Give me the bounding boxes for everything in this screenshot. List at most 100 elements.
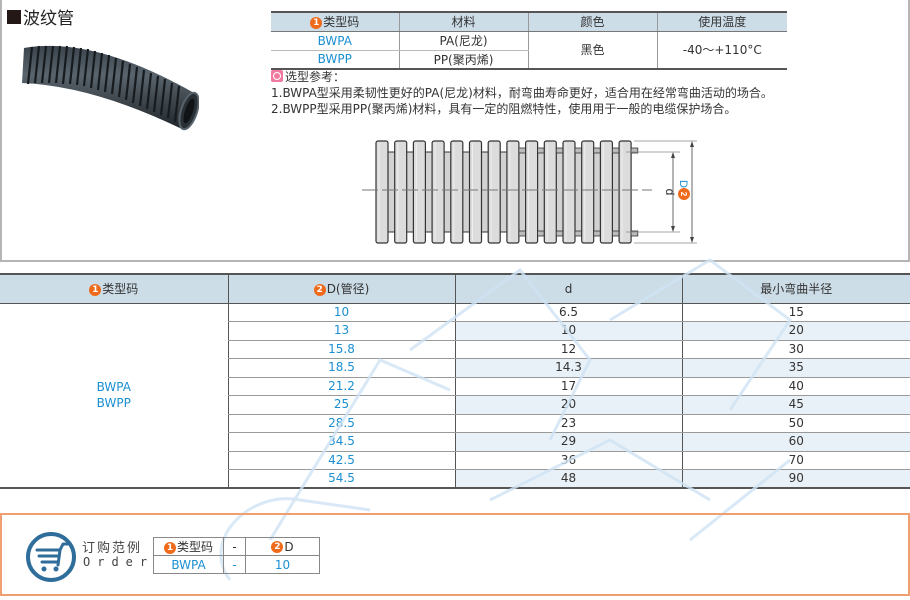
inner-diameter-cell: 14.3 — [454, 358, 682, 378]
order-header-diameter: 2D — [245, 537, 320, 556]
tube-cross-section-diagram: d 2 D — [362, 140, 697, 244]
badge-1-icon: 1 — [310, 16, 323, 29]
reference-icon — [271, 70, 283, 82]
order-example-table: 1 类型码 - 2D BWPA - 10 — [153, 537, 320, 574]
outer-diameter-cell[interactable]: 15.8 — [227, 340, 455, 359]
inner-diameter-cell: 17 — [454, 377, 682, 396]
spec-header-type: 1 类型码 — [271, 12, 399, 32]
min-bend-radius-cell: 50 — [681, 414, 910, 433]
inner-diameter-cell: 48 — [454, 469, 682, 488]
min-bend-radius-cell: 35 — [681, 358, 910, 378]
tube-rib — [394, 140, 408, 244]
spec-type-cell[interactable]: BWPP — [271, 50, 399, 69]
order-header-type-label: 类型码 — [176, 540, 213, 554]
table-row: BWPA BWPP 10 6.5 15 — [0, 303, 910, 410]
order-header-diameter-label: D — [284, 539, 294, 554]
order-example-label: 订购范例 — [82, 541, 143, 556]
header-min-bend-radius: 最小弯曲半径 — [681, 274, 910, 304]
tube-rib — [450, 140, 464, 244]
tube-rib — [375, 140, 389, 244]
tube-rib — [487, 140, 501, 244]
min-bend-radius-cell: 40 — [681, 377, 910, 396]
type-code[interactable]: BWPP — [0, 395, 228, 411]
outer-diameter-cell[interactable]: 42.5 — [227, 451, 455, 470]
badge-2-text: 2 — [679, 192, 688, 197]
order-header-separator: - — [223, 537, 246, 556]
inner-diameter-cell: 20 — [454, 395, 682, 415]
note-item: 2.BWPP型采用PP(聚丙烯)材料，具有一定的阻燃特性，使用用于一般的电缆保护… — [271, 102, 737, 116]
tube-rib — [468, 140, 483, 244]
min-bend-radius-cell: 15 — [681, 303, 910, 322]
type-cell: BWPA BWPP — [0, 303, 228, 488]
tube-rib — [581, 140, 595, 244]
spec-color-cell: 黑色 — [527, 31, 657, 69]
order-label-english: Order — [83, 555, 155, 569]
header-type: 1 类型码 — [0, 274, 228, 304]
min-bend-radius-cell: 90 — [681, 469, 910, 488]
spec-header-type-label: 类型码 — [323, 15, 360, 30]
notes-heading-text: 选型参考： — [285, 70, 346, 84]
spec-type-cell[interactable]: BWPA — [271, 31, 399, 51]
spec-header-material: 材料 — [398, 12, 528, 32]
page-title: 波纹管 — [7, 4, 74, 29]
spec-material-cell: PP(聚丙烯) — [398, 50, 528, 69]
outer-diameter-cell[interactable]: 13 — [227, 321, 455, 341]
dimension-table: 1 类型码 2 D(管径) d 最小弯曲半径 BWPA BWPP 10 6.5 15 13 10… — [0, 273, 910, 489]
spec-header-color: 颜色 — [527, 12, 657, 32]
inner-diameter-cell: 36 — [454, 451, 682, 470]
order-value-separator: - — [223, 555, 246, 574]
tube-rib — [543, 140, 557, 244]
spec-row: BWPA PA(尼龙) 黑色 -40～+110°C — [271, 31, 787, 69]
tube-ribs — [375, 140, 639, 244]
inner-diameter-label: d — [663, 189, 677, 196]
header-inner-diameter: d — [454, 274, 682, 304]
outer-diameter-cell[interactable]: 34.5 — [227, 432, 455, 452]
spec-material-cell: PA(尼龙) — [398, 31, 528, 51]
type-code[interactable]: BWPA — [0, 379, 228, 395]
tube-rib — [506, 140, 520, 244]
inner-diameter-cell: 10 — [454, 321, 682, 341]
spec-temperature-cell: -40～+110°C — [656, 31, 787, 69]
outer-diameter-cell[interactable]: 21.2 — [227, 377, 455, 396]
inner-diameter-cell: 23 — [454, 414, 682, 433]
badge-2-icon: 2 — [313, 283, 326, 296]
shopping-cart-icon — [26, 532, 76, 582]
min-bend-radius-cell: 30 — [681, 340, 910, 359]
order-value-type: BWPA — [153, 555, 224, 574]
tube-rib — [431, 140, 445, 244]
badge-1-icon: 1 — [89, 283, 102, 296]
badge-1-icon: 1 — [163, 541, 176, 554]
min-bend-radius-cell: 45 — [681, 395, 910, 415]
header-outer-diameter: 2 D(管径) — [227, 274, 455, 304]
tube-rib — [562, 140, 576, 244]
min-bend-radius-cell: 70 — [681, 451, 910, 470]
tube-rib — [525, 140, 539, 244]
header-outer-diameter-label: D(管径) — [326, 282, 370, 297]
notes-heading: 选型参考： — [271, 69, 773, 85]
title-square-icon — [7, 9, 21, 24]
outer-diameter-cell[interactable]: 18.5 — [227, 358, 455, 378]
outer-diameter-cell[interactable]: 10 — [227, 303, 455, 322]
header-type-label: 类型码 — [102, 282, 139, 297]
outer-diameter-cell[interactable]: 25 — [227, 395, 455, 415]
outer-diameter-cell[interactable]: 28.5 — [227, 414, 455, 433]
page-title-text: 波纹管 — [23, 9, 74, 29]
inner-diameter-cell: 6.5 — [454, 303, 682, 322]
spec-table: 1 类型码 材料 颜色 使用温度 BWPA PA(尼龙) 黑色 -40～+110°… — [271, 11, 787, 70]
corrugated-tube-photo — [22, 45, 199, 131]
inner-diameter-cell: 29 — [454, 432, 682, 452]
spec-header-temperature: 使用温度 — [656, 12, 787, 32]
note-item: 1.BWPA型采用柔韧性更好的PA(尼龙)材料，耐弯曲寿命更好，适合用在经常弯曲… — [271, 86, 773, 100]
badge-2-icon: 2 — [271, 541, 284, 553]
min-bend-radius-cell: 60 — [681, 432, 910, 452]
inner-diameter-cell: 12 — [454, 340, 682, 359]
tube-rib — [599, 140, 613, 244]
tube-rib — [412, 140, 427, 244]
outer-diameter-cell[interactable]: 54.5 — [227, 469, 455, 488]
order-value-diameter: 10 — [245, 555, 320, 574]
tube-rib — [618, 140, 632, 244]
order-header-type: 1 类型码 — [153, 537, 224, 556]
selection-notes: 选型参考： 1.BWPA型采用柔韧性更好的PA(尼龙)材料，耐弯曲寿命更好，适合… — [271, 69, 773, 117]
outer-diameter-label: D — [677, 180, 689, 188]
min-bend-radius-cell: 20 — [681, 321, 910, 341]
